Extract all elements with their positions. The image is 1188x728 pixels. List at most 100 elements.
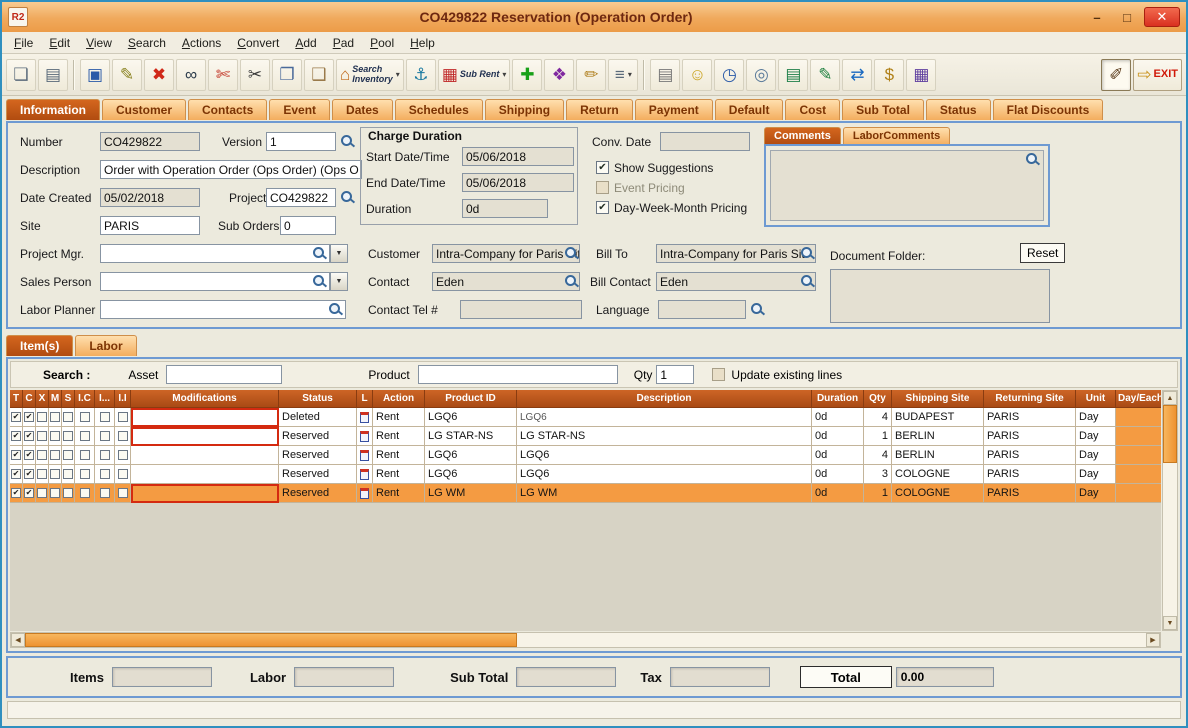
bill-contact-search-icon[interactable] — [800, 274, 815, 289]
cell-returning-site[interactable]: PARIS — [984, 427, 1076, 446]
comments-box[interactable] — [764, 144, 1050, 227]
horizontal-scrollbar[interactable]: ◀ ▶ — [10, 632, 1161, 648]
new-document-button[interactable]: ❏ — [6, 59, 36, 91]
qty-input[interactable]: 1 — [656, 365, 694, 384]
bill-to-search-icon[interactable] — [800, 246, 815, 261]
search-inventory-button[interactable]: ⌂SearchInventory▾ — [336, 59, 404, 91]
cell-check[interactable] — [115, 484, 131, 503]
exit-button[interactable]: ⇨EXIT — [1133, 59, 1182, 91]
cell-check[interactable] — [62, 408, 75, 427]
column-header-s[interactable]: S — [62, 390, 75, 408]
cell-product-id[interactable]: LGQ6 — [425, 446, 517, 465]
cell-modifications[interactable] — [131, 427, 279, 446]
cell-action[interactable]: Rent — [373, 446, 425, 465]
row-checkbox[interactable] — [37, 469, 47, 479]
cell-l[interactable] — [357, 465, 373, 484]
cell-returning-site[interactable]: PARIS — [984, 408, 1076, 427]
cell-check[interactable] — [49, 465, 62, 484]
scroll-left-arrow[interactable]: ◀ — [11, 633, 25, 647]
menu-edit[interactable]: Edit — [41, 33, 78, 53]
number-field[interactable]: CO429822 — [100, 132, 200, 151]
cell-check[interactable] — [95, 465, 115, 484]
duration-field[interactable]: 0d — [462, 199, 548, 218]
table-row[interactable]: ✔✔ReservedRentLGQ6LGQ60d3COLOGNEPARISDay — [10, 465, 1161, 484]
row-checkbox[interactable]: ✔ — [11, 450, 21, 460]
cell-l[interactable] — [357, 446, 373, 465]
cell-check[interactable] — [75, 408, 95, 427]
wand-button[interactable]: ✐ — [1101, 59, 1131, 91]
cell-status[interactable]: Reserved — [279, 446, 357, 465]
cell-duration[interactable]: 0d — [812, 484, 864, 503]
asset-input[interactable] — [166, 365, 282, 384]
column-header-product-id[interactable]: Product ID — [425, 390, 517, 408]
cell-status[interactable]: Reserved — [279, 484, 357, 503]
cell-description[interactable]: LG STAR-NS — [517, 427, 812, 446]
row-checkbox[interactable] — [37, 488, 47, 498]
cell-check[interactable]: ✔ — [23, 446, 36, 465]
cell-status[interactable]: Reserved — [279, 465, 357, 484]
project-mgr-search-icon[interactable] — [312, 246, 327, 261]
sub-orders-field[interactable]: 0 — [280, 216, 336, 235]
transfer-button[interactable]: ⇄ — [842, 59, 872, 91]
menu-help[interactable]: Help — [402, 33, 443, 53]
menu-convert[interactable]: Convert — [229, 33, 287, 53]
update-existing-checkbox[interactable] — [712, 368, 725, 381]
horizontal-scroll-track[interactable] — [517, 633, 1146, 647]
vertical-scrollbar[interactable]: ▲ ▼ — [1162, 390, 1178, 631]
tab-contacts[interactable]: Contacts — [188, 99, 267, 120]
edit-button[interactable]: ✎ — [112, 59, 142, 91]
scroll-up-arrow[interactable]: ▲ — [1163, 391, 1177, 405]
row-checkbox[interactable] — [80, 488, 90, 498]
row-checkbox[interactable] — [80, 412, 90, 422]
cell-check[interactable] — [75, 427, 95, 446]
row-checkbox[interactable] — [118, 431, 128, 441]
comments-search-icon[interactable] — [1025, 152, 1040, 167]
tab-event[interactable]: Event — [269, 99, 330, 120]
tab-customer[interactable]: Customer — [102, 99, 186, 120]
description-field[interactable]: Order with Operation Order (Ops Order) (… — [100, 160, 362, 179]
save-button[interactable]: ▣ — [80, 59, 110, 91]
project-search-icon[interactable] — [340, 190, 355, 205]
find-button[interactable]: ∞ — [176, 59, 206, 91]
note-green-button[interactable]: ✎ — [810, 59, 840, 91]
cell-action[interactable]: Rent — [373, 484, 425, 503]
table-row[interactable]: ✔✔ReservedRentLG WMLG WM0d1COLOGNEPARISD… — [10, 484, 1161, 503]
customer-smiley-button[interactable]: ☺ — [682, 59, 712, 91]
row-checkbox[interactable]: ✔ — [24, 450, 34, 460]
delete-button[interactable]: ✖ — [144, 59, 174, 91]
sales-person-field[interactable] — [100, 272, 330, 291]
row-checkbox[interactable] — [100, 450, 110, 460]
cell-day-each[interactable] — [1116, 465, 1161, 484]
bill-contact-field[interactable]: Eden — [656, 272, 816, 291]
pool-button[interactable]: ❖ — [544, 59, 574, 91]
cell-product-id[interactable]: LG STAR-NS — [425, 427, 517, 446]
conv-date-field[interactable] — [660, 132, 750, 151]
table-row[interactable]: ✔✔ReservedRentLGQ6LGQ60d4BERLINPARISDay — [10, 446, 1161, 465]
tab-information[interactable]: Information — [6, 99, 100, 120]
cell-check[interactable] — [95, 484, 115, 503]
date-created-field[interactable]: 05/02/2018 — [100, 188, 200, 207]
cell-action[interactable]: Rent — [373, 408, 425, 427]
menu-pad[interactable]: Pad — [325, 33, 362, 53]
row-checkbox[interactable]: ✔ — [24, 488, 34, 498]
tab-status[interactable]: Status — [926, 99, 991, 120]
row-checkbox[interactable] — [63, 469, 73, 479]
cell-qty[interactable]: 1 — [864, 427, 892, 446]
cell-returning-site[interactable]: PARIS — [984, 484, 1076, 503]
row-checkbox[interactable] — [80, 469, 90, 479]
cell-check[interactable]: ✔ — [23, 465, 36, 484]
menu-search[interactable]: Search — [120, 33, 174, 53]
row-checkbox[interactable] — [50, 431, 60, 441]
tab-cost[interactable]: Cost — [785, 99, 840, 120]
cell-check[interactable] — [75, 446, 95, 465]
column-header-m[interactable]: M — [49, 390, 62, 408]
cell-check[interactable] — [36, 484, 49, 503]
cell-check[interactable] — [95, 408, 115, 427]
tab-default[interactable]: Default — [715, 99, 784, 120]
cell-check[interactable] — [49, 484, 62, 503]
cell-unit[interactable]: Day — [1076, 408, 1116, 427]
cell-product-id[interactable]: LGQ6 — [425, 465, 517, 484]
row-checkbox[interactable]: ✔ — [11, 488, 21, 498]
column-header-action[interactable]: Action — [373, 390, 425, 408]
cell-shipping-site[interactable]: BERLIN — [892, 446, 984, 465]
